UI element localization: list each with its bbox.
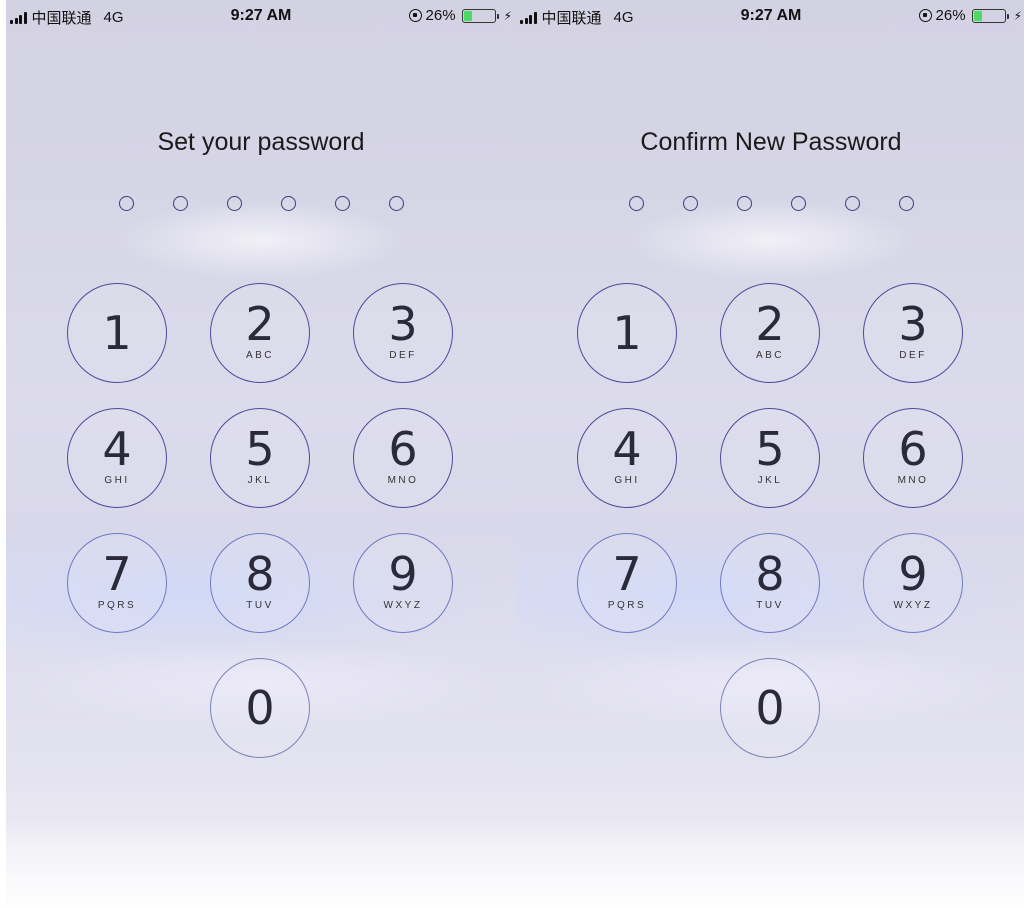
- passcode-dot: [118, 196, 134, 211]
- keypad-key-1[interactable]: 1: [67, 283, 167, 383]
- keypad-key-3[interactable]: 3 DEF: [353, 283, 453, 383]
- key-digit: 0: [245, 681, 275, 735]
- passcode-dot: [172, 196, 188, 211]
- key-digit: 5: [245, 422, 275, 476]
- key-digit: 2: [755, 297, 785, 351]
- status-bar: 中国联通 4G 9:27 AM 26% ⚡: [516, 0, 1024, 34]
- keypad-key-6[interactable]: 6 MNO: [863, 408, 963, 508]
- page-title: Confirm New Password: [640, 128, 902, 156]
- battery-icon: [461, 8, 499, 23]
- key-letters: GHI: [104, 475, 130, 486]
- key-letters: MNO: [897, 475, 929, 486]
- key-letters: DEF: [899, 350, 927, 361]
- battery-percent: 26%: [425, 7, 456, 24]
- background-glow: [116, 200, 406, 280]
- page-title: Set your password: [157, 128, 365, 156]
- key-letters: PQRS: [607, 600, 647, 611]
- keypad-key-7[interactable]: 7 PQRS: [577, 533, 677, 633]
- passcode-dot: [790, 196, 806, 211]
- status-right: 26% ⚡: [918, 7, 1022, 24]
- keypad-key-5[interactable]: 5 JKL: [210, 408, 310, 508]
- key-digit: 7: [612, 547, 642, 601]
- key-digit: 1: [102, 306, 132, 360]
- keypad-key-3[interactable]: 3 DEF: [863, 283, 963, 383]
- charging-bolt-icon: ⚡: [1013, 8, 1022, 23]
- battery-fill: [463, 10, 472, 21]
- background-glow: [626, 200, 916, 280]
- background-glow: [516, 820, 1024, 910]
- passcode-dot: [226, 196, 242, 211]
- key-digit: 8: [245, 547, 275, 601]
- set-password-screen: 中国联通 4G 9:27 AM 26% ⚡ Set your password 1 2 ABC 3…: [6, 0, 516, 910]
- passcode-dot: [334, 196, 350, 211]
- key-digit: 0: [755, 681, 785, 735]
- keypad-key-8[interactable]: 8 TUV: [210, 533, 310, 633]
- key-letters: GHI: [614, 475, 640, 486]
- passcode-dot: [682, 196, 698, 211]
- screens-container: 中国联通 4G 9:27 AM 26% ⚡ Set your password 1 2 ABC 3…: [0, 0, 1024, 910]
- keypad-key-9[interactable]: 9 WXYZ: [353, 533, 453, 633]
- key-letters: DEF: [389, 350, 417, 361]
- keypad-key-2[interactable]: 2 ABC: [720, 283, 820, 383]
- charging-bolt-icon: ⚡: [503, 8, 512, 23]
- key-digit: 1: [612, 306, 642, 360]
- key-letters: JKL: [757, 475, 783, 486]
- key-digit: 4: [612, 422, 642, 476]
- passcode-dots: [516, 196, 1024, 211]
- orientation-lock-icon: [408, 9, 422, 22]
- keypad-key-0[interactable]: 0: [210, 658, 310, 758]
- orientation-lock-icon: [918, 9, 932, 22]
- keypad-key-9[interactable]: 9 WXYZ: [863, 533, 963, 633]
- battery-tip: [496, 13, 499, 19]
- keypad-key-1[interactable]: 1: [577, 283, 677, 383]
- passcode-dot: [628, 196, 644, 211]
- key-letters: PQRS: [97, 600, 137, 611]
- keypad-key-2[interactable]: 2 ABC: [210, 283, 310, 383]
- key-letters: ABC: [245, 350, 275, 361]
- battery-icon: [971, 8, 1009, 23]
- keypad-key-0[interactable]: 0: [720, 658, 820, 758]
- key-digit: 8: [755, 547, 785, 601]
- key-digit: 7: [102, 547, 132, 601]
- passcode-dot: [736, 196, 752, 211]
- battery-fill: [973, 10, 982, 21]
- key-digit: 9: [898, 547, 928, 601]
- key-digit: 2: [245, 297, 275, 351]
- key-letters: WXYZ: [383, 600, 423, 611]
- key-digit: 6: [388, 422, 418, 476]
- key-digit: 3: [388, 297, 418, 351]
- status-bar: 中国联通 4G 9:27 AM 26% ⚡: [6, 0, 516, 34]
- key-digit: 3: [898, 297, 928, 351]
- battery-tip: [1006, 13, 1009, 19]
- passcode-dot: [388, 196, 404, 211]
- key-digit: 4: [102, 422, 132, 476]
- status-right: 26% ⚡: [408, 7, 512, 24]
- key-digit: 9: [388, 547, 418, 601]
- key-letters: TUV: [246, 600, 274, 611]
- passcode-dot: [280, 196, 296, 211]
- key-letters: WXYZ: [893, 600, 933, 611]
- passcode-dots: [6, 196, 516, 211]
- passcode-dot: [844, 196, 860, 211]
- background-glow: [6, 820, 516, 910]
- key-letters: ABC: [755, 350, 785, 361]
- keypad-key-8[interactable]: 8 TUV: [720, 533, 820, 633]
- battery-percent: 26%: [935, 7, 966, 24]
- keypad-key-5[interactable]: 5 JKL: [720, 408, 820, 508]
- keypad-key-6[interactable]: 6 MNO: [353, 408, 453, 508]
- key-digit: 5: [755, 422, 785, 476]
- passcode-dot: [898, 196, 914, 211]
- keypad-key-7[interactable]: 7 PQRS: [67, 533, 167, 633]
- keypad-key-4[interactable]: 4 GHI: [67, 408, 167, 508]
- key-digit: 6: [898, 422, 928, 476]
- key-letters: TUV: [756, 600, 784, 611]
- key-letters: JKL: [247, 475, 273, 486]
- keypad-key-4[interactable]: 4 GHI: [577, 408, 677, 508]
- confirm-password-screen: 中国联通 4G 9:27 AM 26% ⚡ Confirm New Password 1 2 A…: [516, 0, 1024, 910]
- key-letters: MNO: [387, 475, 419, 486]
